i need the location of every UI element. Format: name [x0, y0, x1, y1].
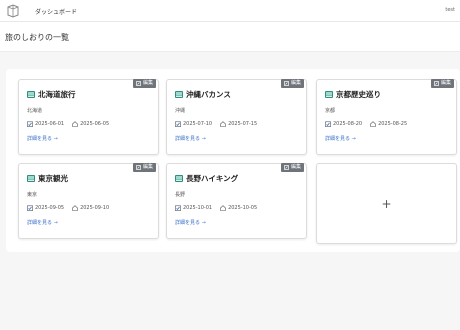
edit-button[interactable]: 編集 — [430, 79, 454, 88]
trip-dates: 2025-09-05 2025-09-10 — [27, 205, 109, 211]
edit-button[interactable]: 編集 — [132, 163, 156, 172]
view-details-link[interactable]: 詳細を見る → — [175, 219, 206, 226]
trip-card[interactable]: 編集 沖縄バカンス 沖縄 2025-07-10 2025-07-15 詳細を見る… — [166, 79, 307, 155]
calendar-start-icon — [27, 121, 33, 127]
trip-start-date: 2025-07-10 — [183, 121, 213, 127]
home-end-icon — [370, 121, 376, 127]
view-details-link[interactable]: 詳細を見る → — [325, 135, 356, 142]
trip-title-text: 京都歴史巡り — [336, 90, 381, 99]
trip-title: 京都歴史巡り — [325, 89, 381, 100]
trip-dates: 2025-07-10 2025-07-15 — [175, 121, 257, 127]
trip-end-date: 2025-10-05 — [228, 205, 258, 211]
trip-region: 東京 — [27, 192, 38, 198]
edit-button-label: 編集 — [440, 80, 451, 86]
calendar-start-icon — [175, 121, 181, 127]
trip-title: 沖縄バカンス — [175, 89, 231, 100]
trip-start-date: 2025-10-01 — [183, 205, 213, 211]
trip-region: 京都 — [325, 108, 336, 114]
edit-icon — [434, 81, 439, 86]
edit-button[interactable]: 編集 — [280, 163, 304, 172]
top-navbar: ダッシュボード test — [0, 0, 460, 23]
home-end-icon — [72, 205, 78, 211]
trip-start-date: 2025-06-01 — [35, 121, 65, 127]
trip-card[interactable]: 編集 北海道旅行 北海道 2025-06-01 2025-06-05 詳細を見る… — [18, 79, 159, 155]
trip-title-text: 北海道旅行 — [38, 90, 76, 99]
trip-list-panel: 編集 北海道旅行 北海道 2025-06-01 2025-06-05 詳細を見る… — [6, 69, 460, 252]
map-icon — [27, 91, 35, 98]
edit-button-label: 編集 — [142, 164, 153, 170]
page-header: 旅のしおりの一覧 — [0, 22, 460, 52]
nav-dashboard-link[interactable]: ダッシュボード — [33, 5, 80, 23]
plus-icon: + — [381, 196, 392, 211]
trip-end-date: 2025-08-25 — [378, 121, 408, 127]
calendar-start-icon — [175, 205, 181, 211]
view-details-link[interactable]: 詳細を見る → — [175, 135, 206, 142]
edit-icon — [136, 165, 141, 170]
edit-icon — [136, 81, 141, 86]
trip-title: 長野ハイキング — [175, 173, 238, 184]
trip-card[interactable]: 編集 長野ハイキング 長野 2025-10-01 2025-10-05 詳細を見… — [166, 163, 307, 239]
calendar-start-icon — [27, 205, 33, 211]
home-end-icon — [220, 205, 226, 211]
map-icon — [175, 91, 183, 98]
edit-button-label: 編集 — [290, 164, 301, 170]
edit-button[interactable]: 編集 — [280, 79, 304, 88]
trip-card[interactable]: 編集 東京観光 東京 2025-09-05 2025-09-10 詳細を見る → — [18, 163, 159, 239]
trip-title-text: 東京観光 — [38, 174, 68, 183]
trip-title: 北海道旅行 — [27, 89, 76, 100]
trip-dates: 2025-06-01 2025-06-05 — [27, 121, 109, 127]
trip-end-date: 2025-09-10 — [80, 205, 110, 211]
edit-icon — [284, 81, 289, 86]
edit-button-label: 編集 — [142, 80, 153, 86]
trip-title-text: 沖縄バカンス — [186, 90, 231, 99]
trip-title: 東京観光 — [27, 173, 68, 184]
map-icon — [325, 91, 333, 98]
trip-dates: 2025-10-01 2025-10-05 — [175, 205, 257, 211]
home-end-icon — [72, 121, 78, 127]
trip-region: 北海道 — [27, 108, 43, 114]
trip-region: 沖縄 — [175, 108, 186, 114]
add-trip-card[interactable]: + — [316, 163, 457, 244]
trip-end-date: 2025-06-05 — [80, 121, 110, 127]
trip-title-text: 長野ハイキング — [186, 174, 239, 183]
edit-button-label: 編集 — [290, 80, 301, 86]
app-logo-icon[interactable] — [6, 4, 20, 18]
home-end-icon — [220, 121, 226, 127]
map-icon — [175, 175, 183, 182]
user-menu[interactable]: test — [445, 7, 455, 13]
calendar-start-icon — [325, 121, 331, 127]
trip-card[interactable]: 編集 京都歴史巡り 京都 2025-08-20 2025-08-25 詳細を見る… — [316, 79, 457, 155]
view-details-link[interactable]: 詳細を見る → — [27, 135, 58, 142]
trip-start-date: 2025-09-05 — [35, 205, 65, 211]
page-title: 旅のしおりの一覧 — [5, 33, 69, 42]
trip-region: 長野 — [175, 192, 186, 198]
map-icon — [27, 175, 35, 182]
edit-icon — [284, 165, 289, 170]
trip-end-date: 2025-07-15 — [228, 121, 258, 127]
trip-dates: 2025-08-20 2025-08-25 — [325, 121, 407, 127]
trip-start-date: 2025-08-20 — [333, 121, 363, 127]
view-details-link[interactable]: 詳細を見る → — [27, 219, 58, 226]
edit-button[interactable]: 編集 — [132, 79, 156, 88]
